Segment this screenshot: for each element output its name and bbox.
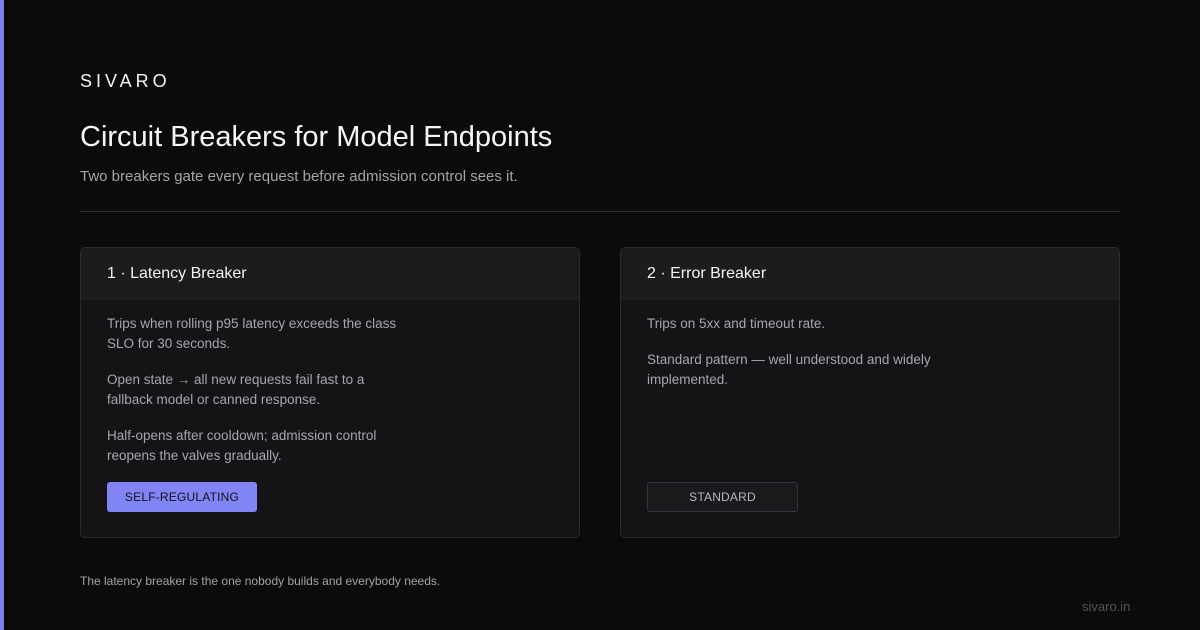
- page-title: Circuit Breakers for Model Endpoints: [80, 121, 553, 153]
- card-header: 1 · Latency Breaker: [81, 248, 579, 300]
- page-subtitle: Two breakers gate every request before a…: [80, 168, 518, 185]
- card-paragraph: Open state → all new requests fail fast …: [107, 372, 365, 407]
- footnote: The latency breaker is the one nobody bu…: [80, 574, 441, 588]
- self-regulating-badge: SELF-REGULATING: [107, 482, 257, 512]
- error-breaker-card: 2 · Error Breaker Trips on 5xx and timeo…: [620, 247, 1120, 538]
- card-title: 1 · Latency Breaker: [107, 265, 247, 282]
- card-title: 2 · Error Breaker: [647, 265, 767, 282]
- site-url: sivaro.in: [1082, 599, 1131, 614]
- accent-bar: [0, 0, 4, 630]
- divider: [80, 211, 1120, 212]
- card-body: Trips when rolling p95 latency exceeds t…: [81, 300, 579, 466]
- card-paragraph: Standard pattern — well understood and w…: [647, 352, 931, 387]
- card-paragraph: Trips on 5xx and timeout rate.: [647, 316, 826, 331]
- card-header: 2 · Error Breaker: [621, 248, 1119, 300]
- latency-breaker-card: 1 · Latency Breaker Trips when rolling p…: [80, 247, 580, 538]
- card-body: Trips on 5xx and timeout rate. Standard …: [621, 300, 1119, 390]
- card-paragraph: Trips when rolling p95 latency exceeds t…: [107, 316, 397, 351]
- standard-badge: STANDARD: [647, 482, 798, 512]
- card-paragraph: Half-opens after cooldown; admission con…: [107, 428, 377, 463]
- brand-logo: SIVARO: [80, 71, 171, 91]
